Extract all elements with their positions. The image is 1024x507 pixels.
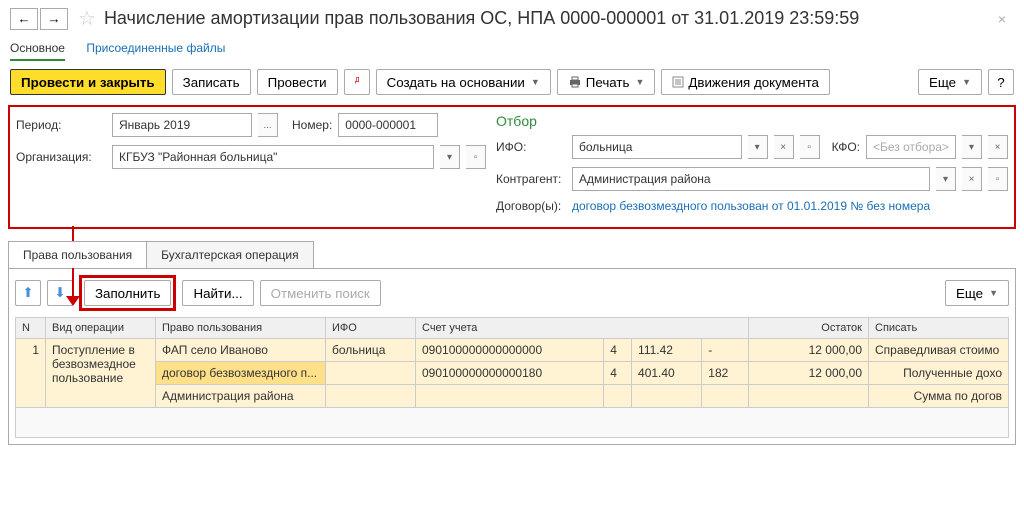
print-button[interactable]: Печать▼ (557, 69, 656, 95)
filter-panel: Период: Январь 2019 ... Номер: 0000-0000… (8, 105, 1016, 229)
dtkt-icon: ДтКт (355, 75, 359, 89)
more-button[interactable]: Еще▼ (918, 69, 982, 95)
contracts-label: Договор(ы): (496, 199, 566, 213)
star-icon[interactable]: ☆ (78, 6, 96, 31)
col-ifo[interactable]: ИФО (326, 318, 416, 339)
org-open-button[interactable]: ▫ (466, 145, 486, 169)
col-writeoff[interactable]: Списать (869, 318, 1009, 339)
cancel-search-button[interactable]: Отменить поиск (260, 280, 381, 306)
col-n[interactable]: N (16, 318, 46, 339)
nav-main[interactable]: Основное (10, 41, 65, 61)
contr-label: Контрагент: (496, 172, 566, 186)
table-more-button[interactable]: Еще▼ (945, 280, 1009, 306)
nav-files[interactable]: Присоединенные файлы (86, 41, 225, 55)
table-row[interactable]: Администрация района Сумма по догов (16, 385, 1009, 408)
ifo-open-button[interactable]: ▫ (800, 135, 820, 159)
red-arrow-head (66, 296, 80, 306)
fill-highlight: Заполнить (79, 275, 176, 311)
contr-open-button[interactable]: ▫ (988, 167, 1008, 191)
period-label: Период: (16, 118, 106, 132)
ifo-dropdown-button[interactable]: ▾ (748, 135, 768, 159)
back-button[interactable]: ← (10, 8, 38, 30)
movements-button[interactable]: Движения документа (661, 69, 830, 95)
period-input[interactable]: Январь 2019 (112, 113, 252, 137)
fill-button[interactable]: Заполнить (84, 280, 171, 306)
number-label: Номер: (292, 118, 332, 132)
contracts-link[interactable]: договор безвозмездного пользован от 01.0… (572, 199, 930, 213)
contr-dropdown-button[interactable]: ▾ (936, 167, 956, 191)
kfo-clear-button[interactable]: × (988, 135, 1008, 159)
col-balance[interactable]: Остаток (749, 318, 869, 339)
create-based-button[interactable]: Создать на основании▼ (376, 69, 551, 95)
table-row[interactable]: договор безвозмездного п... 090100000000… (16, 362, 1009, 385)
move-up-button[interactable]: ⬆ (15, 280, 41, 306)
period-select-button[interactable]: ... (258, 113, 278, 137)
post-button[interactable]: Провести (257, 69, 338, 95)
help-button[interactable]: ? (988, 69, 1014, 95)
find-button[interactable]: Найти... (182, 280, 253, 306)
filter-title: Отбор (496, 113, 1008, 129)
ifo-input[interactable]: больница (572, 135, 742, 159)
org-input[interactable]: КГБУЗ "Районная больница" (112, 145, 434, 169)
tab-accounting[interactable]: Бухгалтерская операция (146, 241, 313, 268)
kfo-label: КФО: (832, 140, 860, 154)
close-icon[interactable]: × (990, 11, 1014, 27)
table-row-empty (16, 408, 1009, 438)
contr-input[interactable]: Администрация района (572, 167, 930, 191)
ifo-clear-button[interactable]: × (774, 135, 794, 159)
org-label: Организация: (16, 150, 106, 164)
table-row[interactable]: 1 Поступление в безвозмездное пользовани… (16, 339, 1009, 362)
org-dropdown-button[interactable]: ▾ (440, 145, 460, 169)
document-icon (672, 76, 684, 88)
post-close-button[interactable]: Провести и закрыть (10, 69, 166, 95)
svg-text:Дт: Дт (355, 77, 359, 84)
page-title: Начисление амортизации прав пользования … (104, 8, 990, 29)
rights-table: N Вид операции Право пользования ИФО Сче… (15, 317, 1009, 438)
col-op[interactable]: Вид операции (46, 318, 156, 339)
forward-button[interactable]: → (40, 8, 68, 30)
dtkt-button[interactable]: ДтКт (344, 69, 370, 95)
number-input[interactable]: 0000-000001 (338, 113, 438, 137)
contr-clear-button[interactable]: × (962, 167, 982, 191)
save-button[interactable]: Записать (172, 69, 251, 95)
tab-rights[interactable]: Права пользования (8, 241, 147, 268)
col-right[interactable]: Право пользования (156, 318, 326, 339)
printer-icon (568, 76, 582, 88)
kfo-dropdown-button[interactable]: ▾ (962, 135, 982, 159)
kfo-input[interactable]: <Без отбора> (866, 135, 956, 159)
col-account[interactable]: Счет учета (416, 318, 749, 339)
ifo-label: ИФО: (496, 140, 566, 154)
